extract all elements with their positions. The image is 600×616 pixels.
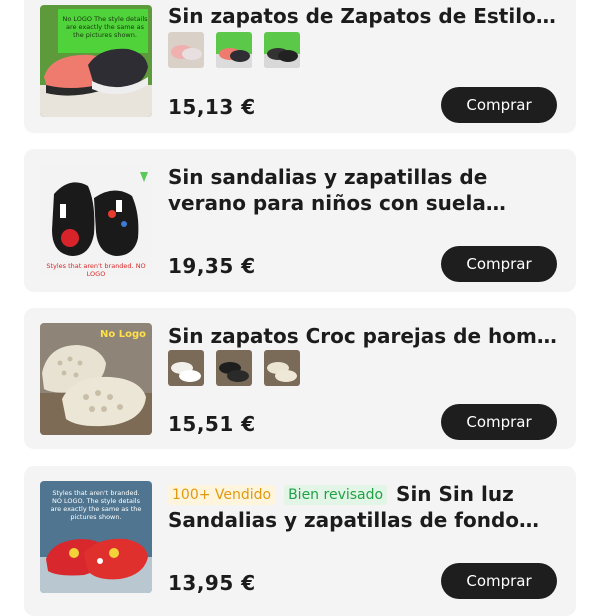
product-image[interactable]: Styles that aren't branded. NO LOGO bbox=[40, 164, 152, 276]
image-caption: No Logo bbox=[100, 329, 146, 340]
product-title[interactable]: 100+ Vendido Bien revisado Sin Sin luz S… bbox=[168, 481, 560, 533]
variant-list bbox=[168, 350, 300, 386]
buy-button[interactable]: Comprar bbox=[441, 563, 557, 599]
product-price: 15,51 € bbox=[168, 412, 256, 436]
image-caption: Styles that aren't branded. NO LOGO bbox=[46, 262, 146, 276]
product-price: 13,95 € bbox=[168, 571, 256, 595]
product-price: 19,35 € bbox=[168, 254, 256, 278]
variant-thumb[interactable] bbox=[168, 350, 204, 386]
sold-count-badge: 100+ Vendido bbox=[168, 485, 276, 505]
variant-thumb[interactable] bbox=[264, 32, 300, 68]
buy-button[interactable]: Comprar bbox=[441, 246, 557, 282]
reviewed-badge: Bien revisado bbox=[284, 485, 388, 505]
image-caption: Styles that aren't branded. NO LOGO. The… bbox=[50, 489, 142, 521]
product-card[interactable]: Styles that aren't branded. NO LOGO. The… bbox=[24, 466, 576, 616]
product-title[interactable]: Sin zapatos Croc parejas de hombre... bbox=[168, 323, 560, 349]
product-price: 15,13 € bbox=[168, 95, 256, 119]
product-title[interactable]: Sin zapatos de Zapatos de Estilo de... bbox=[168, 3, 560, 29]
product-image[interactable]: Styles that aren't branded. NO LOGO. The… bbox=[40, 481, 152, 593]
buy-button[interactable]: Comprar bbox=[441, 404, 557, 440]
variant-thumb[interactable] bbox=[216, 350, 252, 386]
variant-thumb[interactable] bbox=[216, 32, 252, 68]
product-image[interactable]: No Logo bbox=[40, 323, 152, 435]
image-caption: No LOGO The style details are exactly th… bbox=[62, 15, 148, 39]
variant-list bbox=[168, 32, 300, 68]
product-card[interactable]: Styles that aren't branded. NO LOGO Sin … bbox=[24, 149, 576, 292]
product-image[interactable]: No LOGO The style details are exactly th… bbox=[40, 5, 152, 117]
product-card[interactable]: No Logo Sin zapatos Croc parejas de homb… bbox=[24, 308, 576, 449]
buy-button[interactable]: Comprar bbox=[441, 87, 557, 123]
product-title[interactable]: Sin sandalias y zapatillas de verano par… bbox=[168, 164, 560, 216]
product-card[interactable]: No LOGO The style details are exactly th… bbox=[24, 0, 576, 133]
variant-thumb[interactable] bbox=[264, 350, 300, 386]
variant-thumb[interactable] bbox=[168, 32, 204, 68]
